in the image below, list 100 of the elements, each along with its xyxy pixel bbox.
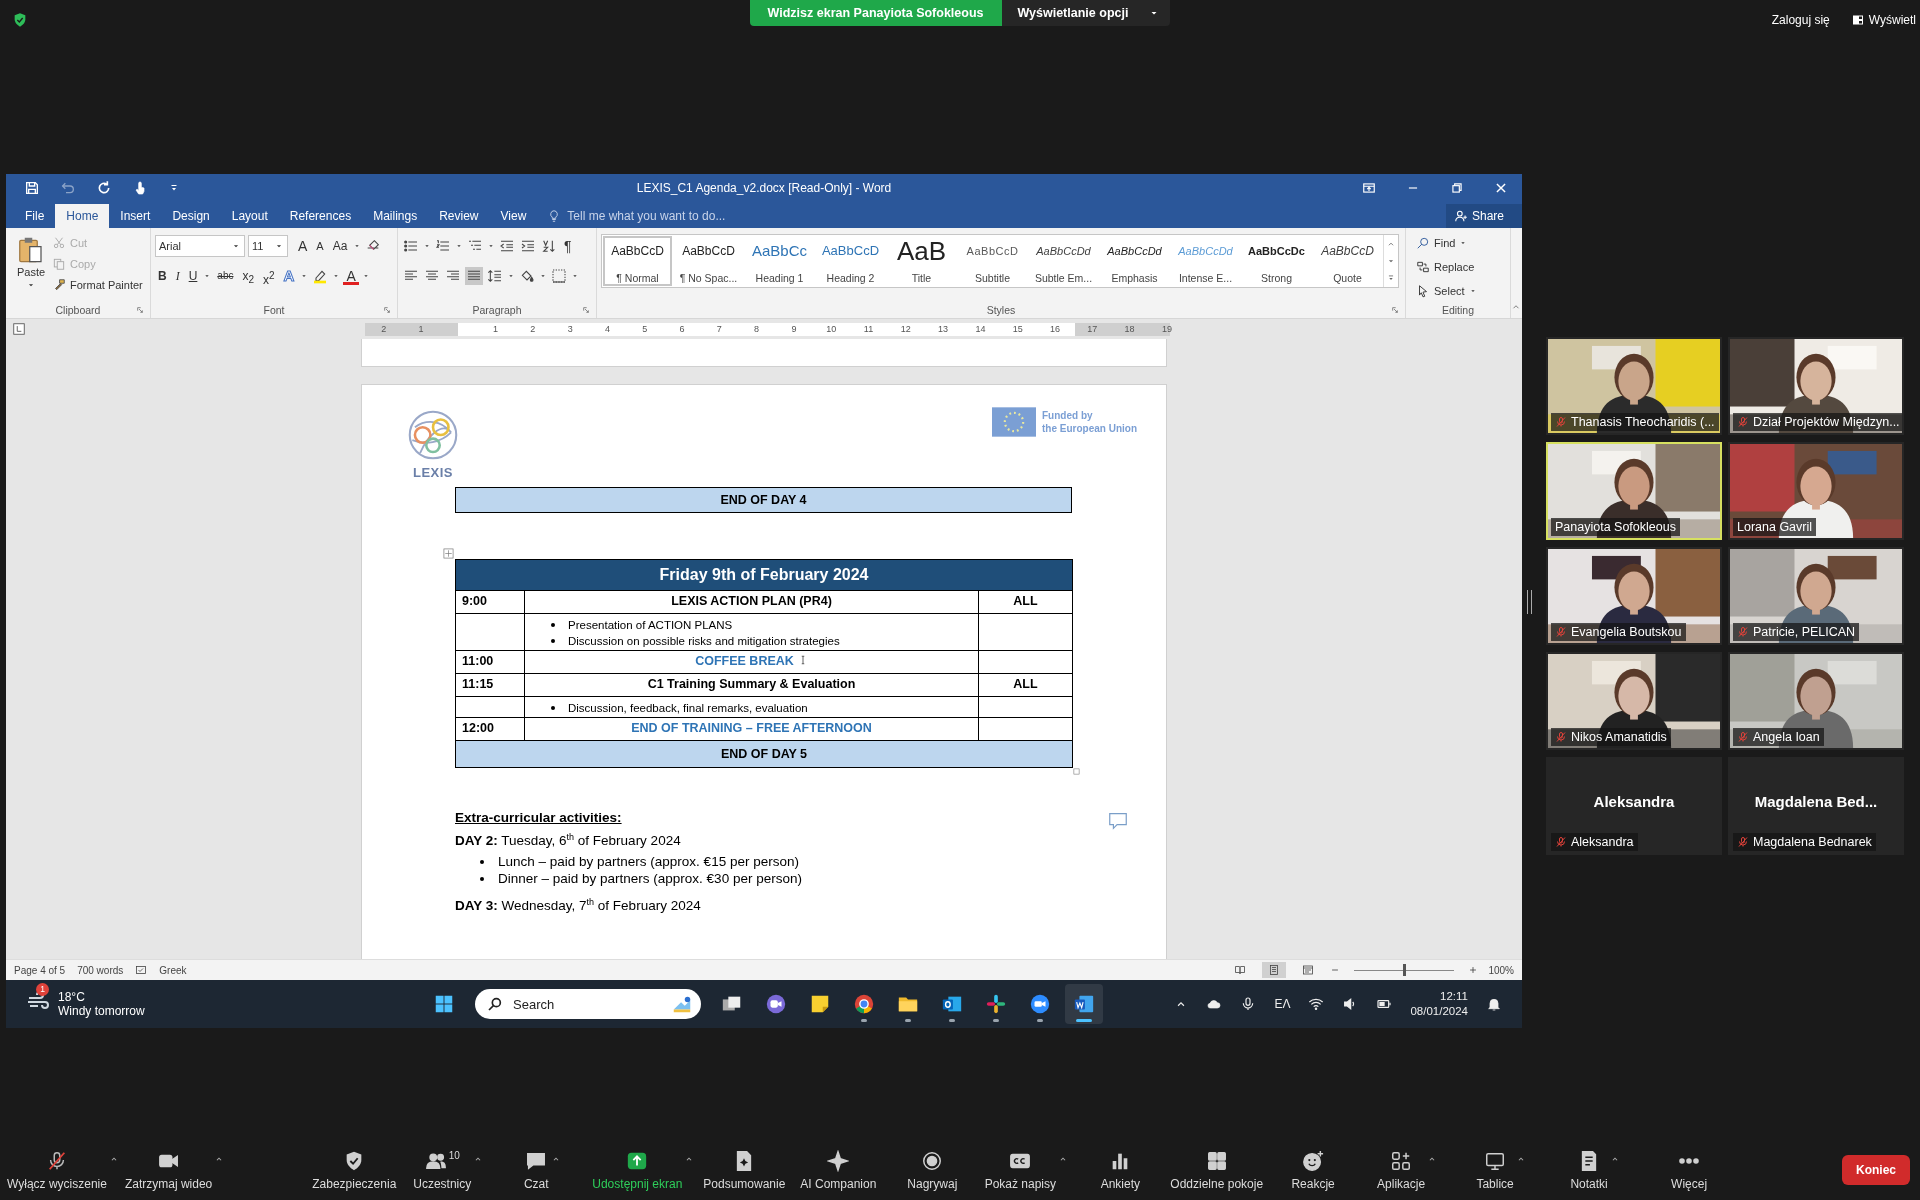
toolbar-button[interactable]: AI Companion	[800, 1149, 877, 1191]
font-button[interactable]: I	[172, 266, 183, 286]
participant-name: Nikos Amanatidis	[1571, 730, 1667, 744]
style-item[interactable]: AaBbCcDc Strong	[1241, 235, 1312, 287]
search-input[interactable]: Search	[511, 995, 663, 1013]
share-button[interactable]: Share	[1445, 204, 1522, 228]
style-item[interactable]: AaBbCcD ¶ Normal	[602, 235, 673, 287]
table-move-handle[interactable]	[443, 548, 454, 559]
ribbon-tab[interactable]: Insert	[109, 204, 162, 228]
bullet-list-icon[interactable]	[402, 237, 420, 255]
ribbon-tab[interactable]: Home	[55, 204, 110, 228]
sign-in-link[interactable]: Zaloguj się	[1771, 13, 1830, 27]
toolbar-button[interactable]: Tablice	[1476, 1149, 1514, 1191]
zoom-level[interactable]: 100%	[1488, 964, 1514, 976]
font-size-field[interactable]: 11	[248, 235, 288, 257]
editing-button[interactable]: Select	[1416, 282, 1477, 300]
toolbar-button[interactable]: Oddzielne pokoje	[1170, 1149, 1264, 1191]
style-item[interactable]: AaBbCcDd Emphasis	[1099, 235, 1170, 287]
font-button[interactable]: Aa	[329, 236, 351, 256]
ribbon-tab[interactable]: Review	[428, 204, 490, 228]
tell-me-field[interactable]: Tell me what you want to do...	[565, 208, 800, 224]
dialog-launcher-icon[interactable]	[582, 306, 590, 314]
view-options-button[interactable]: Wyświetlanie opcji	[1001, 0, 1171, 26]
style-item[interactable]: AaBbCcD Quote	[1312, 235, 1383, 287]
dialog-launcher-icon[interactable]	[1391, 306, 1399, 314]
font-button[interactable]: A	[343, 267, 359, 285]
font-button[interactable]: U	[185, 266, 201, 286]
font-button[interactable]: abc	[214, 266, 237, 286]
proofing-icon[interactable]	[135, 964, 148, 976]
table-resize-handle[interactable]	[1073, 768, 1080, 775]
font-button[interactable]: B	[155, 266, 170, 286]
wifi-icon[interactable]	[1308, 996, 1325, 1012]
style-item[interactable]: AaBbCcD Subtitle	[957, 235, 1028, 287]
toolbar-button[interactable]: Podsumowanie	[703, 1149, 786, 1191]
toolbar-button[interactable]: Zabezpieczenia	[312, 1149, 397, 1191]
style-item[interactable]: AaB Title	[886, 235, 957, 287]
ribbon-tab[interactable]: References	[278, 204, 363, 228]
toolbar-button[interactable]: Nagrywaj	[907, 1149, 958, 1191]
toolbar-button[interactable]: Wyłącz wyciszenie	[7, 1149, 107, 1191]
comment-icon[interactable]	[1106, 810, 1130, 832]
zoom-slider[interactable]	[1354, 964, 1455, 976]
funding-text: the European Union	[1042, 422, 1137, 435]
toolbar-button[interactable]: Udostępnij ekran	[592, 1149, 683, 1191]
style-item[interactable]: AaBbCcD Heading 2	[815, 235, 886, 287]
toolbar-button[interactable]: Więcej	[1671, 1149, 1708, 1191]
font-button[interactable]: A	[313, 236, 327, 256]
toolbar-button[interactable]: Aplikacje	[1377, 1149, 1426, 1191]
ribbon-tab[interactable]: Layout	[220, 204, 279, 228]
taskbar-app[interactable]	[1065, 984, 1103, 1024]
zoom-in-icon[interactable]	[1468, 965, 1479, 975]
end-meeting-button[interactable]: Koniec	[1842, 1155, 1910, 1185]
font-button[interactable]: x$^{2}$	[260, 266, 278, 286]
ribbon-tab[interactable]: Mailings	[362, 204, 429, 228]
search-bar[interactable]: Search	[475, 989, 701, 1019]
ribbon-tab[interactable]: View	[489, 204, 538, 228]
paste-button[interactable]: Paste	[10, 232, 52, 292]
line-spacing-icon[interactable]	[486, 267, 504, 285]
dialog-launcher-icon[interactable]	[136, 306, 144, 314]
input-language[interactable]: ΕΛ	[1274, 997, 1291, 1011]
view-button[interactable]: Wyświetl	[1851, 13, 1916, 27]
style-item[interactable]: AaBbCcD ¶ No Spac...	[673, 235, 744, 287]
group-label: Paragraph	[471, 304, 523, 316]
toolbar-button[interactable]: Reakcje	[1291, 1149, 1335, 1191]
justify-icon[interactable]	[465, 267, 483, 285]
page-icon[interactable]	[1262, 962, 1287, 978]
clock-time[interactable]: 12:11	[1440, 989, 1468, 1004]
style-item[interactable]: AaBbCcDd Subtle Em...	[1028, 235, 1099, 287]
save-icon[interactable]	[24, 180, 40, 196]
font-name-field[interactable]: Arial	[155, 235, 245, 257]
restore-icon[interactable]	[1450, 181, 1464, 195]
language-text[interactable]: Greek	[159, 964, 187, 976]
font-button[interactable]: x$_{2}$	[239, 266, 258, 286]
end-of-day-text: END OF DAY 4	[720, 493, 807, 507]
ribbon-tab[interactable]: File	[14, 204, 56, 228]
editing-button[interactable]: Replace	[1416, 258, 1475, 276]
editing-button[interactable]: Find	[1416, 234, 1468, 252]
clock-date[interactable]: 08/01/2024	[1410, 1004, 1468, 1019]
close-icon[interactable]	[1494, 181, 1508, 195]
repeat-icon[interactable]	[96, 180, 112, 196]
ruler-number: 1	[417, 324, 425, 334]
undo-icon[interactable]	[60, 180, 76, 196]
toolbar-button[interactable]: Pokaż napisy	[984, 1149, 1057, 1191]
ribbon-display-icon[interactable]	[1362, 181, 1376, 195]
tab-stop-icon[interactable]	[12, 322, 26, 336]
toolbar-button[interactable]: Czat	[523, 1149, 549, 1191]
split-handle[interactable]	[1527, 590, 1532, 614]
clipboard-button[interactable]: Format Painter	[52, 276, 143, 294]
font-button[interactable]: A	[295, 236, 311, 256]
style-item[interactable]: AaBbCcDd Intense E...	[1170, 235, 1241, 287]
show-marks-button[interactable]: ¶	[561, 236, 575, 256]
dialog-launcher-icon[interactable]	[383, 306, 391, 314]
ribbon-tab[interactable]: Design	[161, 204, 221, 228]
toolbar-button[interactable]: Zatrzymaj wideo	[124, 1149, 213, 1191]
toolbar-button[interactable]: 10 Uczestnicy	[413, 1149, 472, 1191]
toolbar-button[interactable]: Notatki	[1570, 1149, 1608, 1191]
bell-icon[interactable]	[1486, 996, 1502, 1012]
slider-thumb[interactable]	[1403, 964, 1407, 976]
style-item[interactable]: AaBbCc Heading 1	[744, 235, 815, 287]
toolbar-button[interactable]: Ankiety	[1100, 1149, 1140, 1191]
borders-icon[interactable]	[550, 267, 568, 285]
